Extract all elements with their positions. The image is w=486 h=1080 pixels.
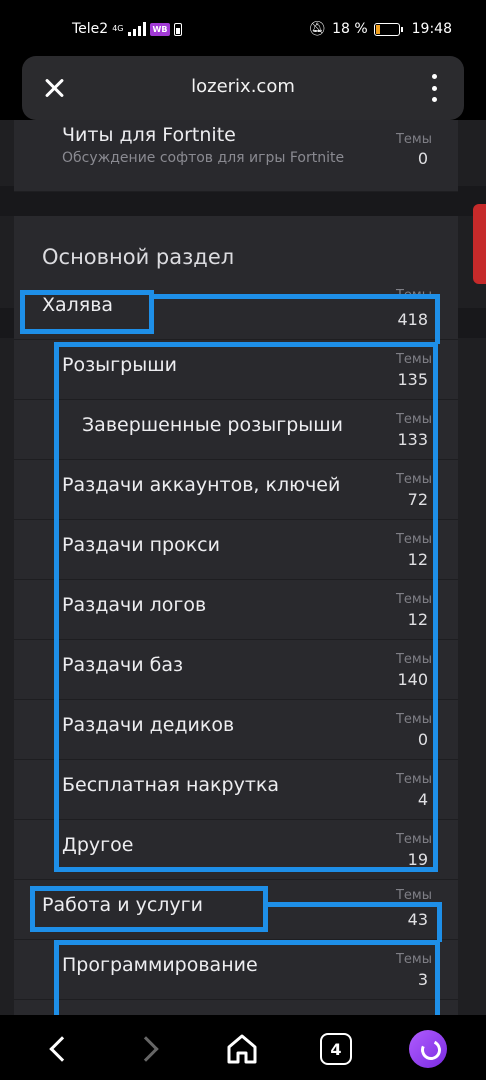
annotation-box-subforums [54, 342, 438, 872]
section-title: Основной раздел [42, 245, 235, 269]
home-button[interactable] [222, 1029, 262, 1069]
assistant-button[interactable] [408, 1029, 448, 1069]
stat-label: Темы [395, 888, 432, 903]
forum-row-fortnite[interactable]: Читы для Fortnite Обсуждение софтов для … [14, 120, 458, 192]
forward-button[interactable] [130, 1029, 170, 1069]
annotation-box-freebies [20, 290, 154, 334]
network-type: 4G [112, 24, 124, 33]
home-icon [227, 1034, 257, 1064]
clock: 19:48 [411, 21, 452, 37]
voice-assistant-icon [409, 1030, 447, 1068]
stat-value: 418 [397, 310, 428, 329]
browser-address-bar: lozerix.com [22, 56, 464, 120]
annotation-line [152, 294, 440, 299]
annotation-line [437, 902, 442, 942]
battery-icon [373, 22, 403, 36]
row-description: Обсуждение софтов для игры Fortnite [62, 150, 345, 166]
annotation-box-work-subforums [54, 940, 440, 1015]
status-bar: Tele2 4G WB 🔕︎ 18 % 19:48 [0, 0, 486, 60]
url-label[interactable]: lozerix.com [22, 76, 464, 97]
stat-value: 43 [407, 910, 428, 929]
stat-value: 0 [417, 149, 428, 168]
back-button[interactable] [38, 1029, 78, 1069]
stat-label: Темы [395, 132, 432, 147]
battery-percent: 18 % [332, 21, 368, 37]
annotation-line [266, 902, 442, 907]
row-title[interactable]: Читы для Fortnite [62, 124, 236, 146]
chevron-right-icon [133, 1036, 159, 1062]
more-menu-icon[interactable] [432, 74, 438, 102]
scrollbar-thumb[interactable] [473, 204, 486, 284]
tabs-button[interactable]: 4 [316, 1029, 356, 1069]
signal-icon [127, 22, 146, 36]
status-left: Tele2 4G WB [72, 21, 183, 37]
tabs-count-icon: 4 [320, 1033, 352, 1065]
annotation-box-work-services [30, 886, 268, 932]
status-right: 🔕︎ 18 % 19:48 [308, 21, 452, 37]
carrier-label: Tele2 [72, 21, 109, 37]
mute-icon: 🔕︎ [308, 21, 327, 37]
chevron-left-icon [49, 1036, 75, 1062]
forum-page: Читы для Fortnite Обсуждение софтов для … [0, 120, 486, 1015]
annotation-line [435, 294, 440, 344]
browser-bottom-nav: 4 [0, 1015, 486, 1080]
device-battery-icon [174, 22, 183, 36]
wb-app-badge: WB [149, 22, 171, 36]
